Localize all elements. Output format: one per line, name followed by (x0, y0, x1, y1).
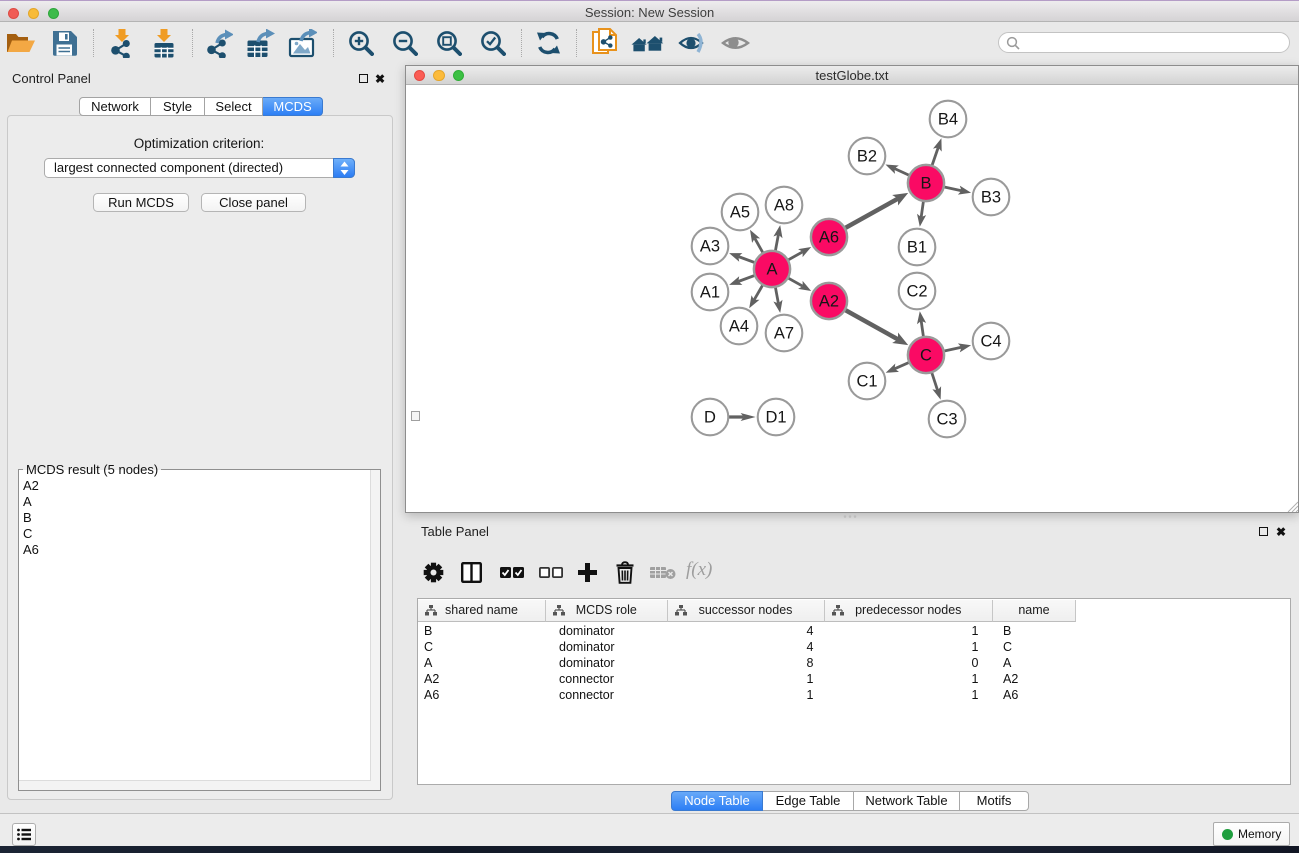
svg-text:A6: A6 (819, 229, 839, 247)
svg-text:A: A (766, 261, 777, 279)
svg-text:A3: A3 (700, 238, 720, 256)
svg-text:C1: C1 (856, 373, 877, 391)
svg-text:B: B (920, 175, 931, 193)
svg-text:B3: B3 (981, 189, 1001, 207)
svg-text:A5: A5 (730, 204, 750, 222)
svg-text:C3: C3 (936, 411, 957, 429)
svg-text:C2: C2 (906, 283, 927, 301)
svg-text:B1: B1 (907, 239, 927, 257)
svg-text:C4: C4 (980, 333, 1001, 351)
svg-text:B2: B2 (857, 148, 877, 166)
svg-text:A4: A4 (729, 318, 749, 336)
svg-text:A2: A2 (819, 293, 839, 311)
svg-text:A8: A8 (774, 197, 794, 215)
svg-text:D: D (704, 409, 716, 427)
svg-text:B4: B4 (938, 111, 958, 129)
svg-text:D1: D1 (765, 409, 786, 427)
svg-text:A7: A7 (774, 325, 794, 343)
svg-text:A1: A1 (700, 284, 720, 302)
svg-text:C: C (920, 347, 932, 365)
